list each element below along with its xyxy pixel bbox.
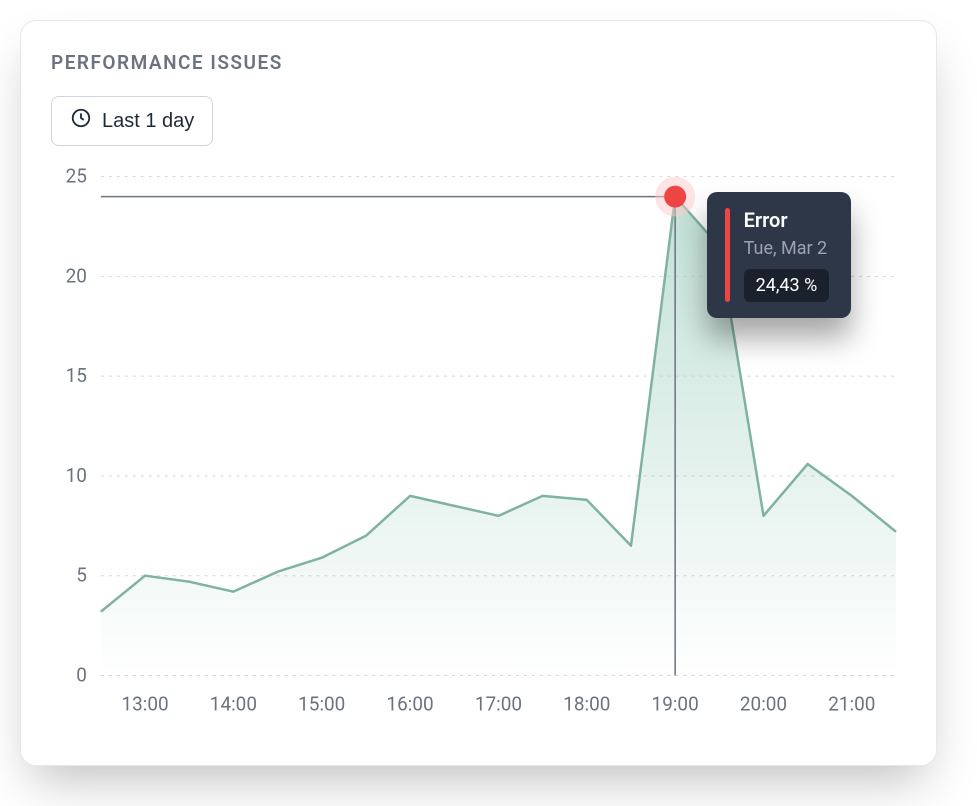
- chart-area: 0 5 10 15 20 25 13:00 14:00 15:00 16:00 17:00 18:00…: [51, 166, 906, 726]
- svg-text:20: 20: [66, 264, 87, 287]
- tooltip-date: Tue, Mar 2: [744, 238, 830, 259]
- svg-text:17:00: 17:00: [475, 692, 522, 715]
- time-range-button[interactable]: Last 1 day: [51, 96, 213, 146]
- svg-text:15:00: 15:00: [298, 692, 345, 715]
- svg-text:20:00: 20:00: [740, 692, 787, 715]
- svg-text:0: 0: [76, 663, 87, 686]
- clock-icon: [70, 107, 92, 135]
- svg-text:15: 15: [66, 364, 87, 387]
- tooltip-accent-bar: [725, 208, 730, 302]
- tooltip-content: Error Tue, Mar 2 24,43 %: [744, 208, 830, 302]
- svg-text:10: 10: [66, 464, 87, 487]
- tooltip-title: Error: [744, 208, 830, 232]
- tooltip-value: 24,43 %: [744, 269, 830, 302]
- svg-text:21:00: 21:00: [828, 692, 875, 715]
- svg-text:16:00: 16:00: [387, 692, 434, 715]
- svg-text:5: 5: [76, 564, 87, 587]
- performance-card: PERFORMANCE ISSUES Last 1 day 0 5 10 15 20 25…: [20, 20, 937, 766]
- svg-text:18:00: 18:00: [563, 692, 610, 715]
- time-range-label: Last 1 day: [102, 110, 194, 133]
- svg-text:25: 25: [66, 166, 87, 188]
- svg-text:14:00: 14:00: [210, 692, 257, 715]
- svg-text:19:00: 19:00: [652, 692, 699, 715]
- chart-tooltip: Error Tue, Mar 2 24,43 %: [707, 192, 852, 318]
- card-title: PERFORMANCE ISSUES: [51, 51, 906, 74]
- svg-text:13:00: 13:00: [121, 692, 168, 715]
